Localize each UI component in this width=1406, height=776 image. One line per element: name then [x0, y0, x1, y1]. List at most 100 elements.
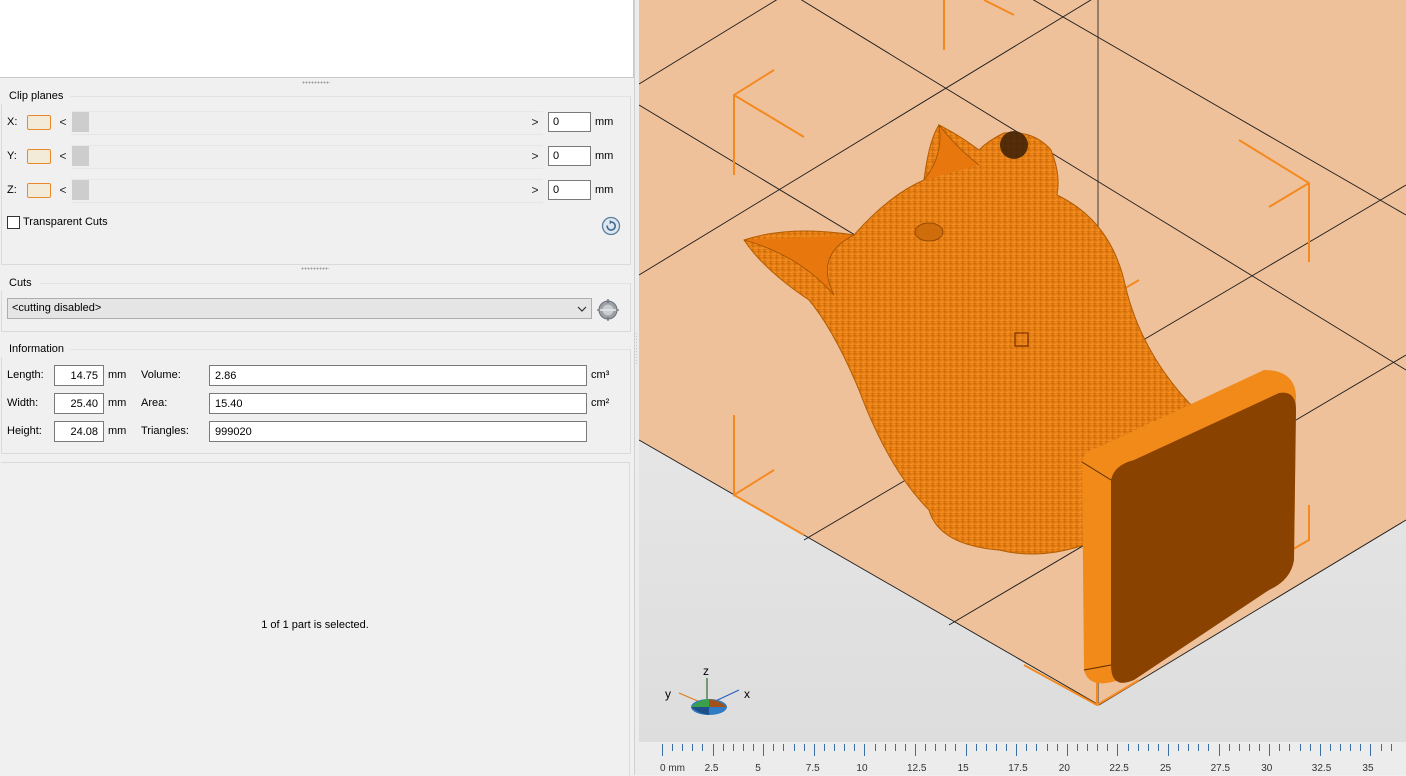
ruler-tick: [722, 744, 724, 751]
ruler-tick: [1178, 744, 1180, 751]
splitter-grip-2[interactable]: [301, 267, 329, 270]
clip-y-slider-thumb[interactable]: [72, 146, 89, 166]
area-field[interactable]: 15.40: [209, 393, 587, 414]
clip-x-right-arrow[interactable]: >: [530, 115, 540, 129]
clip-x-left-arrow[interactable]: <: [58, 115, 68, 129]
reset-icon[interactable]: [601, 216, 621, 236]
axis-x-label: x: [744, 687, 750, 701]
ruler-tick: [1157, 744, 1159, 751]
ruler-tick: [732, 744, 734, 751]
ruler-tick: [1026, 744, 1028, 751]
clip-z-input[interactable]: 0: [548, 180, 591, 200]
ruler-tick: [874, 744, 876, 751]
ruler-label: 10: [856, 763, 868, 774]
clip-z-slider[interactable]: [71, 179, 543, 203]
clip-y-right-arrow[interactable]: >: [530, 149, 540, 163]
ruler-tick: [1228, 744, 1230, 751]
ruler-tick: [955, 744, 957, 751]
ruler-tick: [803, 744, 805, 751]
clip-z-right-arrow[interactable]: >: [530, 183, 540, 197]
triangles-field[interactable]: 999020: [209, 421, 587, 442]
ruler-tick: [1218, 744, 1220, 756]
viewport-scene[interactable]: [639, 0, 1406, 775]
ruler-tick: [894, 744, 896, 751]
clip-y-input[interactable]: 0: [548, 146, 591, 166]
ruler-label: 0 mm: [660, 763, 685, 774]
ruler-tick: [1390, 744, 1392, 751]
clip-z-label: Z:: [7, 184, 17, 196]
ruler-tick: [1198, 744, 1200, 751]
clip-x-slider-thumb[interactable]: [72, 112, 89, 132]
cut-tool-icon[interactable]: [596, 298, 620, 322]
height-unit: mm: [108, 425, 127, 437]
clip-y-slider[interactable]: [71, 145, 543, 169]
volume-unit: cm³: [591, 369, 610, 381]
clip-x-label: X:: [7, 116, 18, 128]
ruler-tick: [1016, 744, 1018, 756]
length-label: Length:: [7, 369, 44, 381]
ruler-tick: [1137, 744, 1139, 751]
width-field[interactable]: 25.40: [54, 393, 104, 414]
clip-x-slider[interactable]: [71, 111, 543, 135]
ruler-tick: [1360, 744, 1362, 751]
ruler-tick: [1097, 744, 1099, 751]
vertical-splitter-grip[interactable]: [636, 332, 637, 366]
clip-y-plane-button[interactable]: [27, 149, 51, 164]
length-field[interactable]: 14.75: [54, 365, 104, 386]
ruler-tick: [925, 744, 927, 751]
ruler-tick: [1046, 744, 1048, 751]
height-field[interactable]: 24.08: [54, 421, 104, 442]
ruler-tick: [1279, 744, 1281, 751]
splitter-grip[interactable]: [302, 81, 330, 84]
information-title: Information: [9, 343, 65, 355]
ruler-tick: [1066, 744, 1068, 756]
cuts-dropdown-value: <cutting disabled>: [12, 302, 102, 314]
volume-label: Volume:: [141, 369, 181, 381]
ruler-tick: [1340, 744, 1342, 751]
3d-viewport[interactable]: z y x 0 mm 2.5 5 7.5 10 12.5 15 17.5 20 22.5 25 27.…: [639, 0, 1406, 775]
ruler-label: 32.5: [1311, 763, 1332, 774]
volume-field[interactable]: 2.86: [209, 365, 587, 386]
ruler-tick: [1188, 744, 1190, 751]
ruler-label: 12.5: [907, 763, 927, 774]
ruler-tick: [1076, 744, 1078, 751]
width-unit: mm: [108, 397, 127, 409]
ruler-tick: [1127, 744, 1129, 751]
ruler-tick: [682, 744, 684, 751]
ruler-tick: [1309, 744, 1311, 751]
ruler-label: 7.5: [805, 763, 820, 774]
ruler-label: 27.5: [1210, 763, 1231, 774]
transparent-cuts-checkbox[interactable]: [7, 216, 20, 229]
transparent-cuts-label: Transparent Cuts: [23, 216, 108, 228]
clip-y-label: Y:: [7, 150, 17, 162]
ruler-tick: [1168, 744, 1169, 756]
ruler-tick: [854, 744, 856, 751]
clip-y-left-arrow[interactable]: <: [58, 149, 68, 163]
ruler-tick: [965, 744, 967, 756]
ruler-tick: [793, 744, 795, 751]
ruler-tick: [864, 744, 866, 756]
ruler-tick: [823, 744, 825, 751]
ruler-tick: [702, 744, 704, 751]
ruler-tick: [1238, 744, 1240, 751]
ruler-tick: [1370, 744, 1372, 756]
clip-x-plane-button[interactable]: [27, 115, 51, 130]
clip-z-left-arrow[interactable]: <: [58, 183, 68, 197]
ruler-tick: [995, 744, 997, 751]
clip-z-slider-thumb[interactable]: [72, 180, 89, 200]
ruler-tick: [1319, 744, 1321, 756]
ruler-tick: [1350, 744, 1352, 751]
cuts-title: Cuts: [9, 277, 32, 289]
ruler-tick: [1259, 744, 1261, 751]
ruler-tick: [884, 744, 886, 751]
clip-z-plane-button[interactable]: [27, 183, 51, 198]
chevron-down-icon[interactable]: [576, 303, 588, 315]
ruler-label: 17.5: [1008, 763, 1028, 774]
ruler-tick: [813, 744, 815, 756]
ruler-label: 35: [1362, 763, 1374, 774]
cuts-dropdown[interactable]: <cutting disabled>: [7, 298, 592, 319]
ruler-label: 22.5: [1109, 763, 1129, 774]
ruler-tick: [1208, 744, 1210, 751]
clip-x-input[interactable]: 0: [548, 112, 591, 132]
object-list-area[interactable]: [0, 0, 634, 78]
